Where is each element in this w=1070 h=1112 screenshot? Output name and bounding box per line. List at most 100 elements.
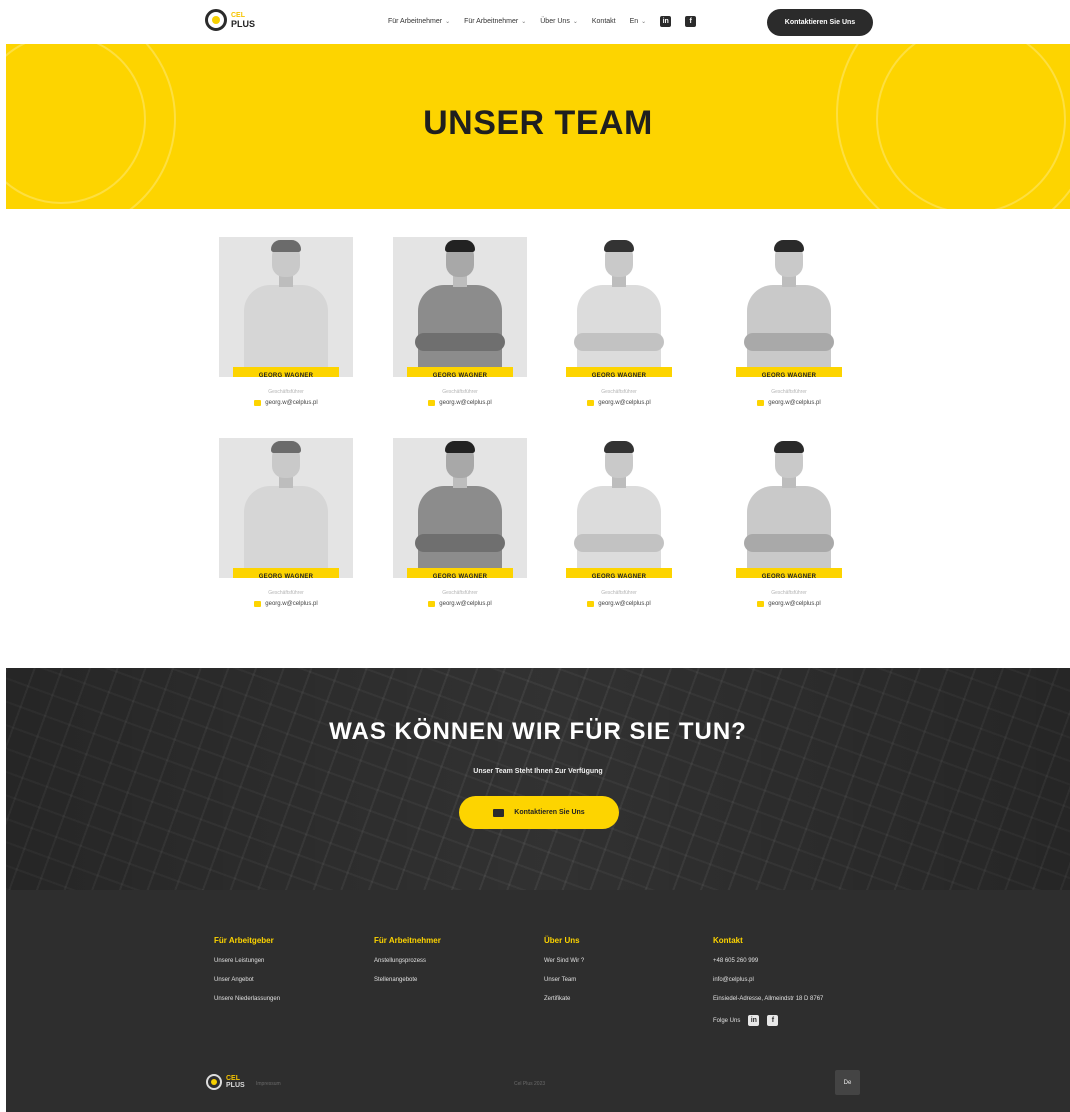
footer-link[interactable]: Unser Angebot [214, 977, 280, 983]
logo-bottom-text: PLUS [231, 19, 256, 29]
team-photo: GEORG WAGNER [219, 237, 353, 377]
mail-icon [587, 400, 595, 406]
team-photo: GEORG WAGNER [552, 237, 686, 377]
cta-section: WAS KÖNNEN WIR FÜR SIE TUN? Unser Team S… [6, 668, 1070, 890]
footer-col-arbeitnehmer: Für Arbeitnehmer Anstellungsprozess Stel… [374, 936, 441, 996]
mail-icon [757, 400, 765, 406]
member-email[interactable]: georg.w@celplus.pl [393, 601, 527, 607]
footer-col-kontakt: Kontakt +48 605 260 999 info@celplus.pl … [713, 936, 823, 1026]
team-card: GEORG WAGNER Geschäftsführer georg.w@cel… [722, 438, 856, 607]
member-name: GEORG WAGNER [566, 568, 672, 578]
team-photo: GEORG WAGNER [552, 438, 686, 578]
menu-item-kontakt[interactable]: Kontakt [592, 18, 616, 25]
team-card: GEORG WAGNER Geschäftsführer georg.w@cel… [552, 237, 686, 406]
logo-mark-icon [205, 9, 227, 31]
team-photo: GEORG WAGNER [722, 438, 856, 578]
footer-language-select[interactable]: De [835, 1070, 860, 1095]
team-card: GEORG WAGNER Geschäftsführer georg.w@cel… [393, 237, 527, 406]
member-name: GEORG WAGNER [566, 367, 672, 377]
main-menu: Für Arbeitnehmer ⌄ Für Arbeitnehmer ⌄ Über… [388, 16, 697, 27]
member-role: Geschäftsführer [268, 389, 304, 395]
member-name: GEORG WAGNER [407, 367, 513, 377]
linkedin-icon[interactable]: in [748, 1015, 760, 1026]
footer-heading: Kontakt [713, 936, 743, 945]
language-switcher[interactable]: En ⌄ [630, 18, 647, 25]
mail-icon [254, 601, 262, 607]
cta-title: WAS KÖNNEN WIR FÜR SIE TUN? [329, 718, 747, 745]
chevron-down-icon: ⌄ [572, 19, 578, 25]
menu-item-arbeitnehmer-2[interactable]: Für Arbeitnehmer ⌄ [464, 18, 526, 25]
team-photo: GEORG WAGNER [393, 237, 527, 377]
member-name: GEORG WAGNER [407, 568, 513, 578]
impressum-link[interactable]: Impressum [256, 1081, 281, 1087]
member-name: GEORG WAGNER [736, 367, 842, 377]
top-nav: CEL PLUS Für Arbeitnehmer ⌄ Für Arbeitneh… [0, 0, 1070, 44]
member-email[interactable]: georg.w@celplus.pl [219, 400, 353, 406]
member-role: Geschäftsführer [442, 590, 478, 596]
cta-contact-button[interactable]: Kontaktieren Sie Uns [459, 796, 619, 829]
footer-heading: Über Uns [544, 936, 580, 945]
footer-link[interactable]: Unsere Niederlassungen [214, 996, 280, 1002]
footer-link[interactable]: Wer Sind Wir ? [544, 958, 584, 964]
footer-col-arbeitgeber: Für Arbeitgeber Unsere Leistungen Unser … [214, 936, 280, 1015]
team-card: GEORG WAGNER Geschäftsführer georg.w@cel… [219, 237, 353, 406]
mail-icon [757, 601, 765, 607]
team-card: GEORG WAGNER Geschäftsführer georg.w@cel… [552, 438, 686, 607]
chevron-down-icon: ⌄ [445, 19, 451, 25]
menu-item-arbeitnehmer-1[interactable]: Für Arbeitnehmer ⌄ [388, 18, 450, 25]
footer-link[interactable]: Unsere Leistungen [214, 958, 280, 964]
facebook-icon[interactable]: f [685, 16, 697, 27]
footer-address: Einsiedel-Adresse, Allmeindstr 18 D 8767 [713, 996, 824, 1002]
footer-col-ueber-uns: Über Uns Wer Sind Wir ? Unser Team Zerti… [544, 936, 584, 1015]
member-role: Geschäftsführer [268, 590, 304, 596]
cta-subtitle: Unser Team Steht Ihnen Zur Verfügung [473, 768, 603, 775]
member-email[interactable]: georg.w@celplus.pl [393, 400, 527, 406]
member-role: Geschäftsführer [442, 389, 478, 395]
footer-link[interactable]: Anstellungsprozess [374, 958, 441, 964]
team-card: GEORG WAGNER Geschäftsführer georg.w@cel… [722, 237, 856, 406]
follow-us: Folge Uns in f [713, 1015, 823, 1026]
linkedin-icon[interactable]: in [660, 16, 672, 27]
mail-icon [587, 601, 595, 607]
copyright-text: Cel Plus 2023 [514, 1081, 546, 1087]
mail-icon [254, 400, 262, 406]
page-title: UNSER TEAM [423, 104, 653, 142]
team-photo: GEORG WAGNER [722, 237, 856, 377]
footer: Für Arbeitgeber Unsere Leistungen Unser … [6, 890, 1070, 1112]
logo[interactable]: CEL PLUS [205, 9, 255, 31]
footer-link[interactable]: Stellenangebote [374, 977, 441, 983]
footer-phone[interactable]: +48 605 260 999 [713, 958, 823, 964]
team-card: GEORG WAGNER Geschäftsführer georg.w@cel… [393, 438, 527, 607]
team-card: GEORG WAGNER Geschäftsführer georg.w@cel… [219, 438, 353, 607]
member-role: Geschäftsführer [601, 590, 637, 596]
member-email[interactable]: georg.w@celplus.pl [722, 601, 856, 607]
member-email[interactable]: georg.w@celplus.pl [722, 400, 856, 406]
footer-heading: Für Arbeitgeber [214, 936, 274, 945]
chevron-down-icon: ⌄ [641, 19, 647, 25]
envelope-icon [493, 808, 505, 817]
mail-icon [428, 400, 436, 406]
facebook-icon[interactable]: f [767, 1015, 779, 1026]
footer-email[interactable]: info@celplus.pl [713, 977, 823, 983]
footer-heading: Für Arbeitnehmer [374, 936, 441, 945]
footer-link[interactable]: Zertifikate [544, 996, 584, 1002]
member-name: GEORG WAGNER [233, 568, 339, 578]
contact-button[interactable]: Kontaktieren Sie Uns [767, 9, 873, 36]
footer-link[interactable]: Unser Team [544, 977, 584, 983]
member-name: GEORG WAGNER [233, 367, 339, 377]
member-email[interactable]: georg.w@celplus.pl [552, 601, 686, 607]
member-name: GEORG WAGNER [736, 568, 842, 578]
logo-mark-icon [206, 1074, 222, 1090]
team-photo: GEORG WAGNER [393, 438, 527, 578]
member-role: Geschäftsführer [771, 590, 807, 596]
member-role: Geschäftsführer [771, 389, 807, 395]
member-email[interactable]: georg.w@celplus.pl [552, 400, 686, 406]
footer-logo[interactable]: CEL PLUS [206, 1074, 245, 1090]
menu-item-ueber-uns[interactable]: Über Uns ⌄ [540, 18, 578, 25]
chevron-down-icon: ⌄ [521, 19, 527, 25]
hero-banner: UNSER TEAM [6, 44, 1070, 209]
mail-icon [428, 601, 436, 607]
team-photo: GEORG WAGNER [219, 438, 353, 578]
member-email[interactable]: georg.w@celplus.pl [219, 601, 353, 607]
member-role: Geschäftsführer [601, 389, 637, 395]
